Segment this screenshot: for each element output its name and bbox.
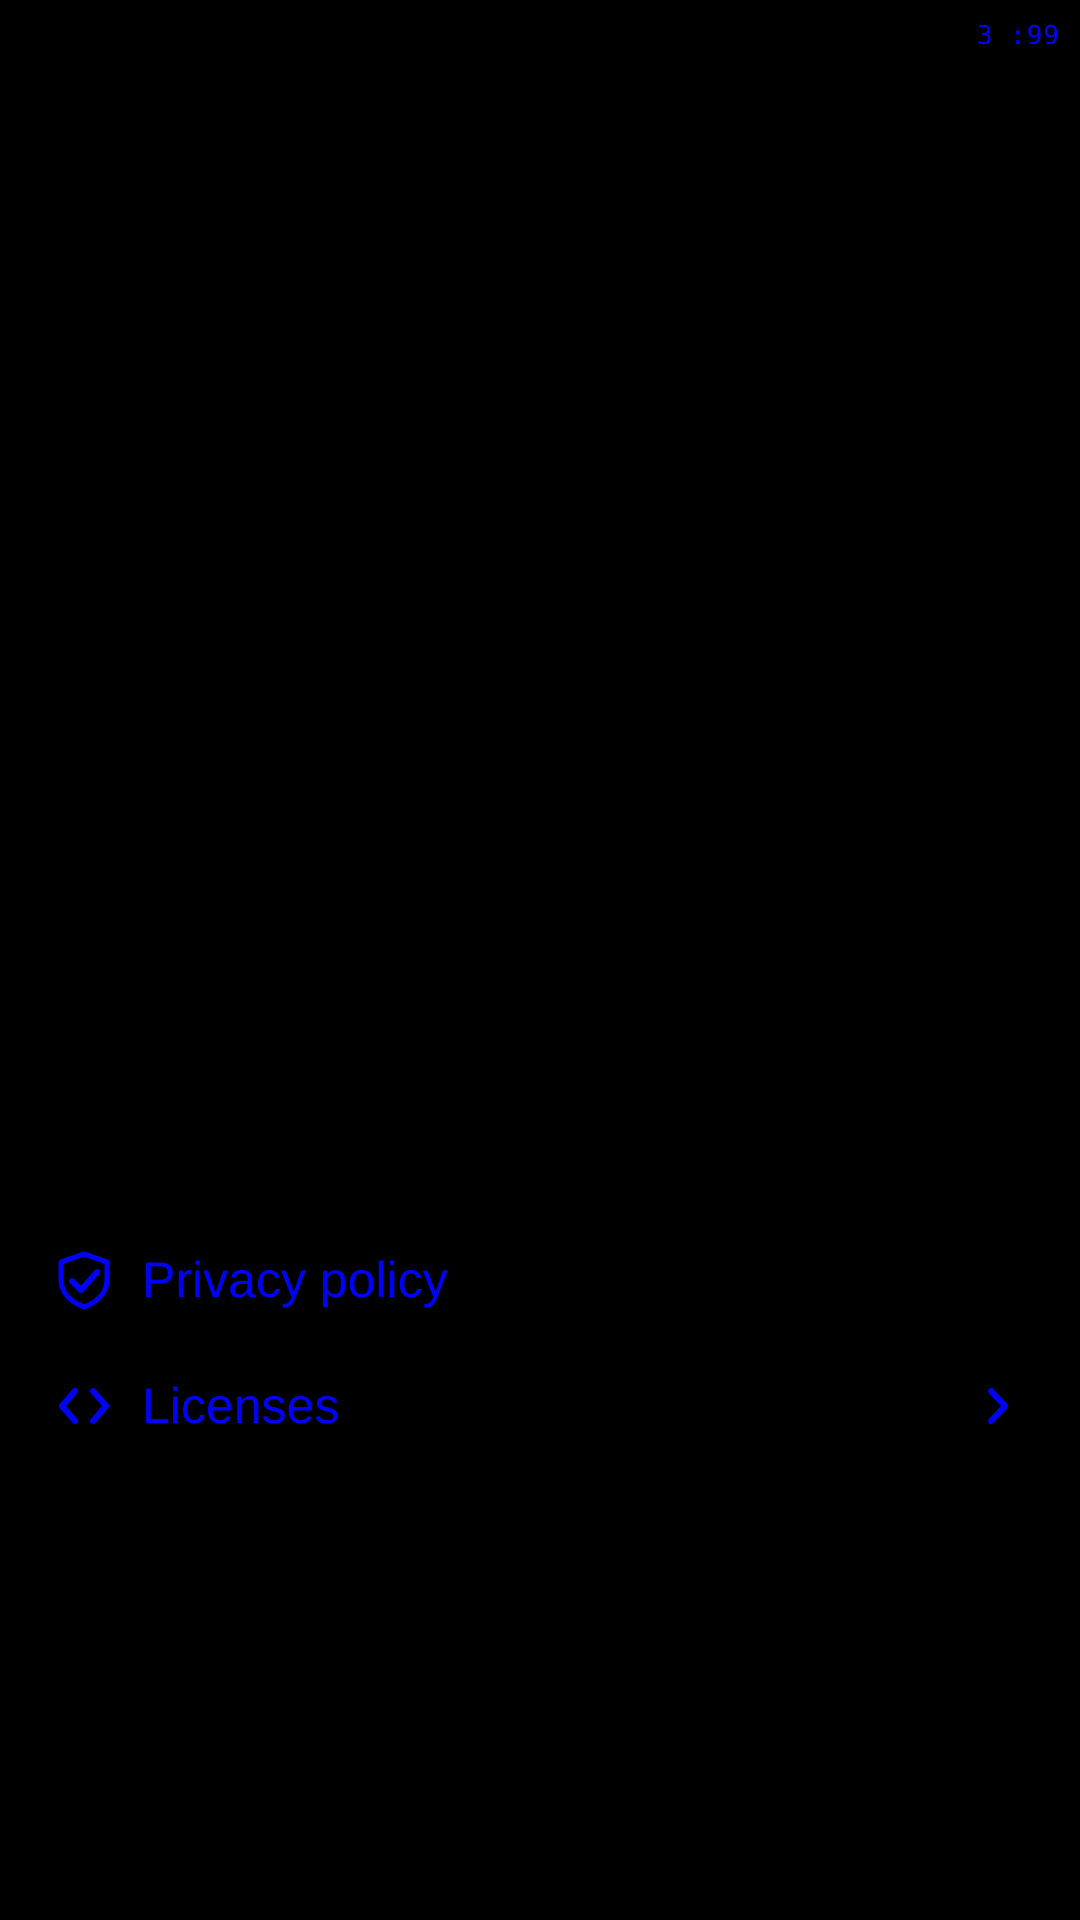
status-bar: 3 :99 xyxy=(977,14,1060,58)
menu-item-privacy-policy[interactable]: Privacy policy xyxy=(0,1230,1080,1330)
chevron-right-icon xyxy=(980,1382,1016,1430)
menu-item-licenses[interactable]: Licenses xyxy=(0,1356,1080,1456)
menu-item-label: Licenses xyxy=(142,1378,340,1434)
code-icon xyxy=(56,1378,112,1434)
status-bar-text: 3 :99 xyxy=(976,21,1060,51)
menu-item-label: Privacy policy xyxy=(142,1252,448,1308)
shield-check-icon xyxy=(56,1251,112,1309)
